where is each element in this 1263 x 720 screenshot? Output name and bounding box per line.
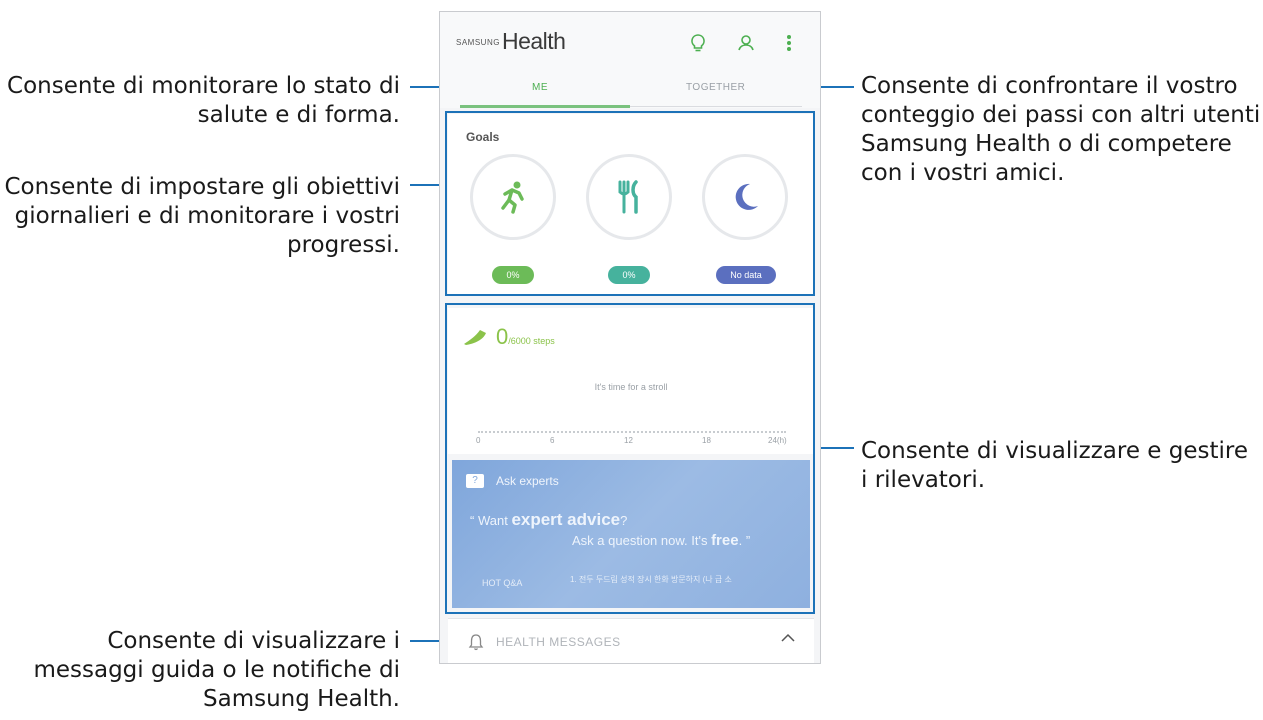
health-messages-bar[interactable]: HEALTH MESSAGES bbox=[448, 618, 814, 663]
callout-messages-text: Consente di visualizzare i messaggi guid… bbox=[33, 628, 400, 712]
health-messages-label: HEALTH MESSAGES bbox=[496, 635, 621, 649]
callout-me: Consente di monitorare lo stato di salut… bbox=[0, 72, 400, 130]
app-title: SAMSUNGHealth bbox=[456, 28, 566, 55]
callout-messages: Consente di visualizzare i messaggi guid… bbox=[0, 627, 400, 714]
app-title-text: Health bbox=[501, 28, 566, 54]
highlight-trackers bbox=[445, 303, 815, 614]
app-bar: SAMSUNGHealth bbox=[440, 12, 820, 74]
callout-goals: Consente di impostare gli obiettivi gior… bbox=[0, 173, 400, 260]
chevron-up-icon[interactable] bbox=[780, 631, 796, 649]
callout-together: Consente di confrontare il vostro conteg… bbox=[861, 72, 1261, 188]
bell-icon bbox=[468, 633, 484, 656]
callout-trackers-text: Consente di visualizzare e gestire i ril… bbox=[861, 438, 1248, 493]
highlight-goals bbox=[445, 111, 815, 296]
callout-goals-text: Consente di impostare gli obiettivi gior… bbox=[4, 174, 400, 258]
tab-together[interactable]: TOGETHER bbox=[686, 82, 745, 93]
app-brand: SAMSUNG bbox=[456, 38, 500, 48]
more-options-icon[interactable] bbox=[776, 30, 802, 56]
tab-bar: ME TOGETHER bbox=[440, 74, 820, 108]
tab-indicator bbox=[460, 105, 630, 108]
callout-me-text: Consente di monitorare lo stato di salut… bbox=[7, 73, 400, 128]
callout-trackers: Consente di visualizzare e gestire i ril… bbox=[861, 437, 1251, 495]
profile-icon[interactable] bbox=[733, 30, 759, 56]
lightbulb-icon[interactable] bbox=[685, 30, 711, 56]
callout-together-text: Consente di confrontare il vostro conteg… bbox=[861, 73, 1261, 186]
tab-me[interactable]: ME bbox=[532, 82, 548, 93]
